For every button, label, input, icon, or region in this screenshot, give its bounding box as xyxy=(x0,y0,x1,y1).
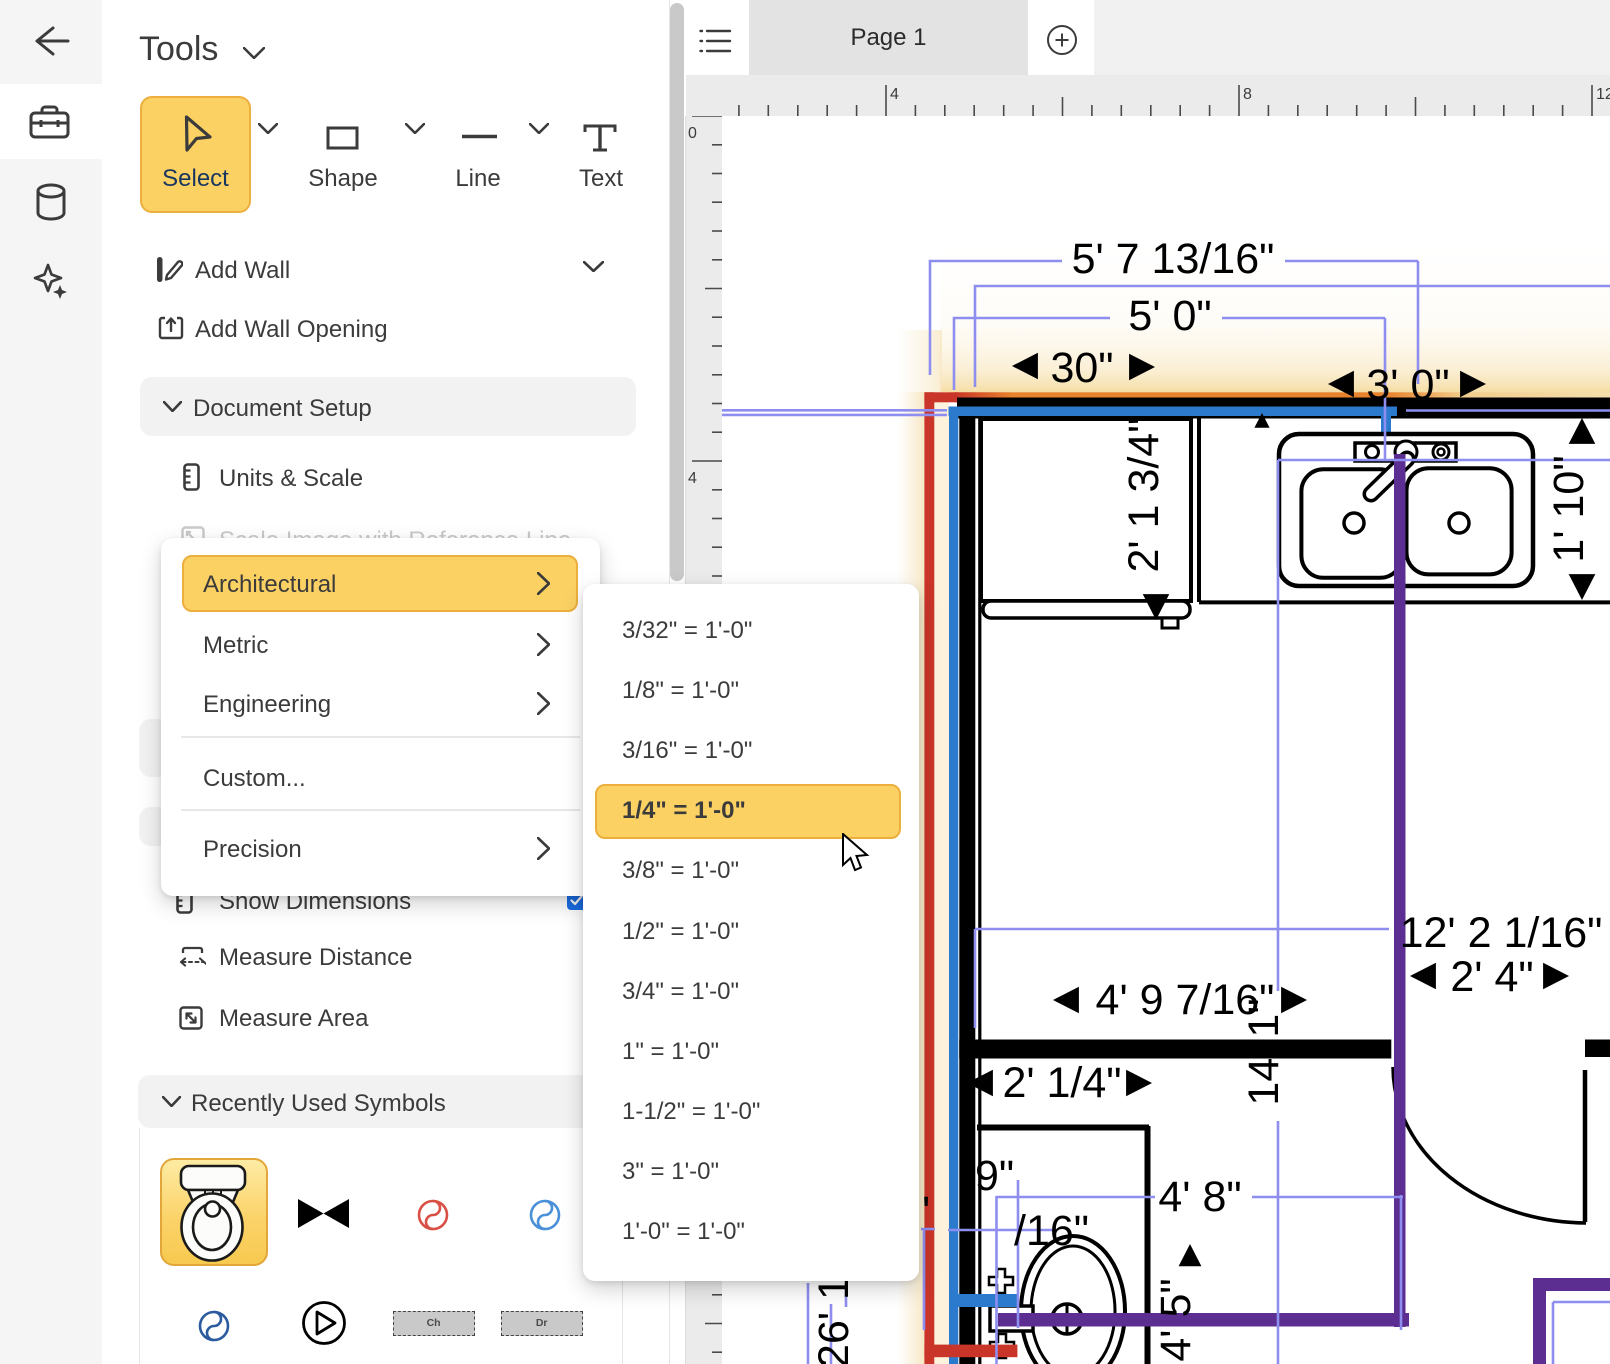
svg-text:5' 0": 5' 0" xyxy=(1128,292,1211,340)
svg-text:3' 0": 3' 0" xyxy=(1366,361,1449,409)
svg-text:14' 1": 14' 1" xyxy=(1240,998,1288,1105)
svg-text:2' 1 3/4": 2' 1 3/4" xyxy=(1120,418,1168,573)
svg-text:4' 8": 4' 8" xyxy=(1158,1173,1241,1221)
svg-text:4: 4 xyxy=(890,86,899,103)
svg-text:12: 12 xyxy=(1596,86,1610,103)
svg-text:2' 1/4": 2' 1/4" xyxy=(1002,1059,1121,1107)
svg-text:2' 4": 2' 4" xyxy=(1450,953,1533,1001)
svg-text:5' 7 13/16": 5' 7 13/16" xyxy=(1072,235,1275,283)
svg-text:30": 30" xyxy=(1050,344,1113,392)
svg-text:4' 5": 4' 5" xyxy=(1152,1278,1200,1361)
svg-text:': ' xyxy=(922,1188,930,1236)
svg-text:/16": /16" xyxy=(1014,1207,1089,1255)
svg-text:9": 9" xyxy=(975,1152,1014,1200)
svg-text:8: 8 xyxy=(1243,86,1252,103)
svg-text:4: 4 xyxy=(688,470,697,487)
svg-text:12' 2 1/16": 12' 2 1/16" xyxy=(1400,909,1603,957)
svg-text:26' 1: 26' 1 xyxy=(810,1276,858,1364)
svg-text:0: 0 xyxy=(688,125,697,142)
svg-text:1' 10": 1' 10" xyxy=(1545,455,1593,562)
